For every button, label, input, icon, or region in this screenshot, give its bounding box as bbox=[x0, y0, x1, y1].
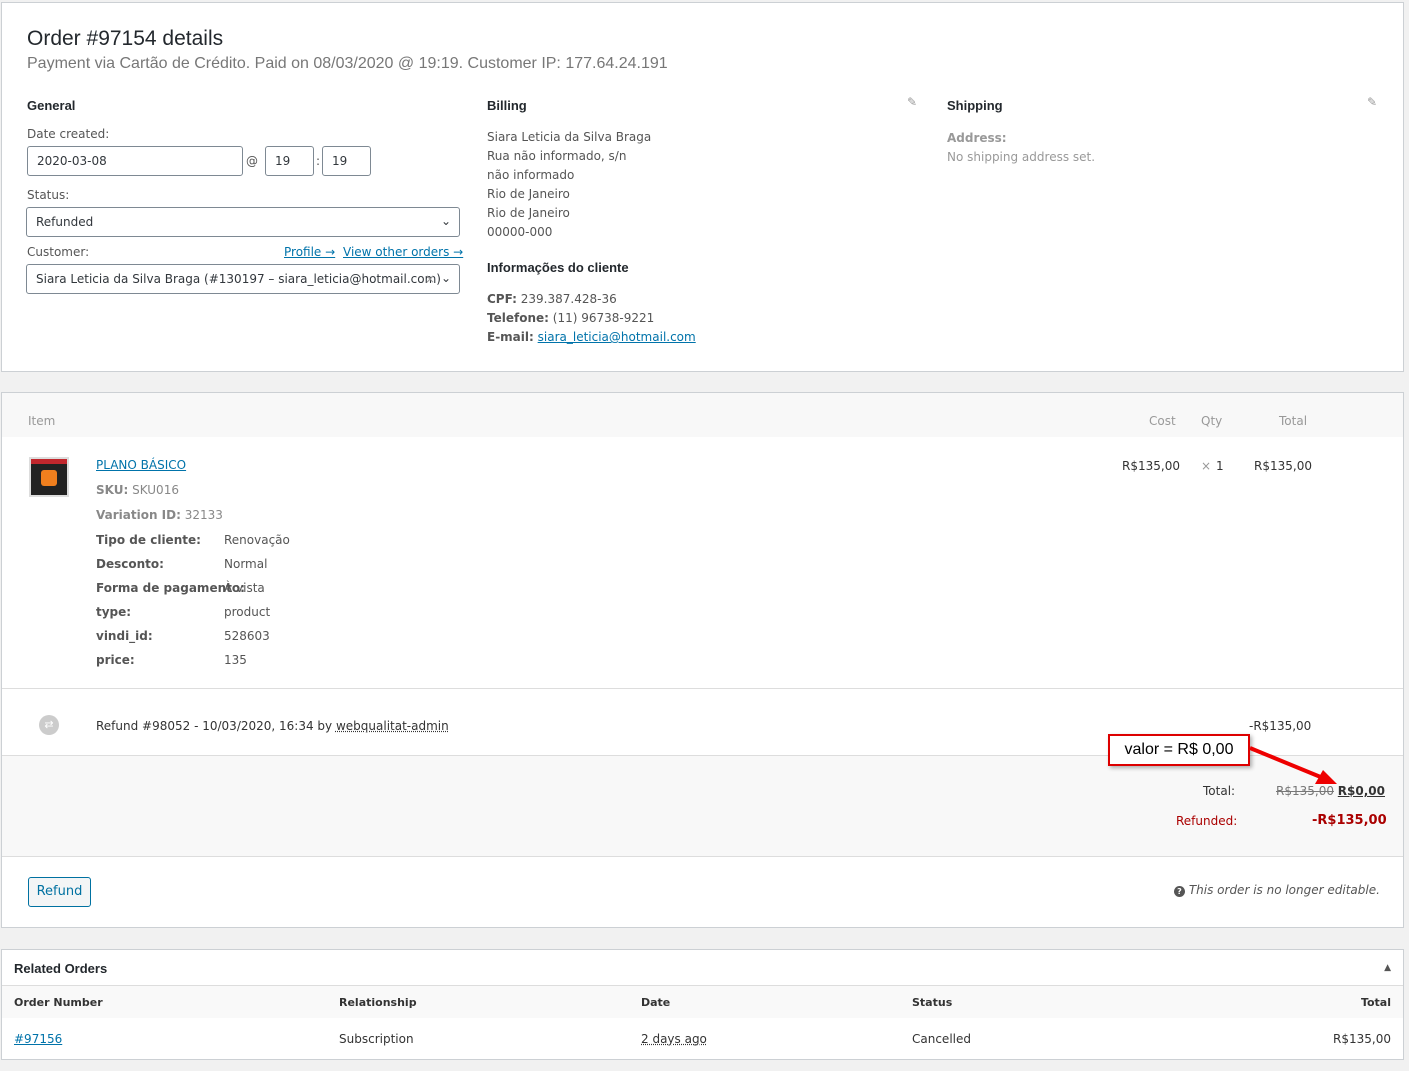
customer-info-heading: Informações do cliente bbox=[487, 260, 629, 275]
phone-value: (11) 96738-9221 bbox=[552, 311, 655, 325]
customer-info: CPF: 239.387.428-36 Telefone: (11) 96738… bbox=[487, 290, 696, 347]
email-label: E-mail: bbox=[487, 330, 534, 344]
address-line: 00000-000 bbox=[487, 225, 553, 239]
cpf-label: CPF: bbox=[487, 292, 517, 306]
customer-select[interactable]: Siara Leticia da Silva Braga (#130197 – … bbox=[26, 264, 460, 294]
refunded-label: Refunded: bbox=[1176, 814, 1238, 828]
total: R$135,00 bbox=[1333, 1032, 1391, 1046]
billing-address: Siara Leticia da Silva Braga Rua não inf… bbox=[487, 128, 651, 242]
colon: : bbox=[316, 154, 321, 168]
address-line: Siara Leticia da Silva Braga bbox=[487, 130, 652, 144]
col-total: Total bbox=[1360, 996, 1391, 1009]
product-thumbnail bbox=[29, 457, 69, 497]
date: 2 days ago bbox=[641, 1032, 707, 1046]
annotation-arrow-icon bbox=[1249, 746, 1337, 784]
edit-shipping-icon[interactable]: ✎ bbox=[1367, 95, 1377, 109]
product-link[interactable]: PLANO BÁSICO bbox=[96, 458, 186, 472]
general-heading: General bbox=[27, 98, 76, 113]
page-title: Order #97154 details bbox=[27, 27, 224, 50]
chevron-down-icon: ⌄ bbox=[440, 271, 451, 285]
col-relationship: Relationship bbox=[339, 996, 417, 1009]
edit-billing-icon[interactable]: ✎ bbox=[907, 95, 917, 109]
address-line: não informado bbox=[487, 168, 575, 182]
help-icon: ? bbox=[1174, 886, 1185, 897]
total-label: Total: bbox=[1203, 784, 1236, 798]
status-select[interactable]: Refunded ⌄ bbox=[26, 207, 460, 237]
item-total: R$135,00 bbox=[1254, 459, 1312, 473]
relationship: Subscription bbox=[339, 1032, 414, 1046]
items-header bbox=[2, 393, 1403, 437]
item-qty: 1 bbox=[1216, 459, 1224, 473]
customer-label: Customer: bbox=[27, 245, 90, 259]
billing-heading: Billing bbox=[487, 98, 527, 113]
customer-value: Siara Leticia da Silva Braga (#130197 – … bbox=[36, 272, 441, 286]
col-date: Date bbox=[641, 996, 671, 1009]
hour-input[interactable]: 19 bbox=[265, 146, 314, 176]
address-line: Rio de Janeiro bbox=[487, 187, 570, 201]
variation-id: Variation ID: 32133 bbox=[96, 508, 223, 522]
table-header: Order Number Relationship Date Status To… bbox=[2, 986, 1403, 1018]
address-line: Rua não informado, s/n bbox=[487, 149, 627, 163]
table-row: #97156 Subscription 2 days ago Cancelled… bbox=[2, 1018, 1403, 1058]
minute-input[interactable]: 19 bbox=[322, 146, 371, 176]
col-qty: Qty bbox=[1201, 414, 1223, 428]
status-label: Status: bbox=[27, 188, 70, 202]
date-label: Date created: bbox=[27, 127, 110, 141]
col-cost: Cost bbox=[1149, 414, 1176, 428]
col-order-number: Order Number bbox=[14, 996, 103, 1009]
shipping-address: No shipping address set. bbox=[947, 150, 1096, 164]
annotation-text: valor = R$ 0,00 bbox=[1124, 741, 1234, 758]
divider bbox=[2, 688, 1403, 689]
sku: SKU: SKU016 bbox=[96, 483, 179, 497]
refund-button[interactable]: Refund bbox=[28, 877, 91, 907]
collapse-toggle-icon[interactable]: ▲ bbox=[1384, 963, 1391, 973]
col-item: Item bbox=[28, 414, 56, 428]
chevron-down-icon: ⌄ bbox=[440, 214, 451, 228]
shipping-address-label: Address: bbox=[947, 131, 1007, 145]
order-subtitle: Payment via Cartão de Crédito. Paid on 0… bbox=[27, 55, 668, 72]
refund-amount: -R$135,00 bbox=[1249, 719, 1312, 733]
refund-user-link[interactable]: webqualitat-admin bbox=[336, 719, 449, 733]
address-line: Rio de Janeiro bbox=[487, 206, 570, 220]
related-orders-panel: Related Orders ▲ Order Number Relationsh… bbox=[1, 949, 1404, 1060]
email-link[interactable]: siara_leticia@hotmail.com bbox=[538, 330, 696, 344]
refund-line: Refund #98052 - 10/03/2020, 16:34 by web… bbox=[96, 719, 449, 733]
status: Cancelled bbox=[912, 1032, 971, 1046]
note-text: This order is no longer editable. bbox=[1188, 883, 1380, 897]
item-cost: R$135,00 bbox=[1122, 459, 1180, 473]
order-data-panel: Order #97154 details Payment via Cartão … bbox=[1, 2, 1404, 372]
refunded-value: -R$135,00 bbox=[1312, 813, 1387, 828]
phone-label: Telefone: bbox=[487, 311, 549, 325]
col-total: Total bbox=[1279, 414, 1308, 428]
totals-area bbox=[2, 755, 1403, 857]
clear-icon[interactable]: × bbox=[425, 265, 435, 293]
at-sign: @ bbox=[246, 154, 258, 168]
qty-x: × bbox=[1201, 459, 1212, 473]
view-other-orders-link[interactable]: View other orders → bbox=[343, 245, 463, 259]
related-orders-title: Related Orders bbox=[14, 961, 108, 976]
refund-icon: ⇄ bbox=[39, 715, 59, 735]
shipping-heading: Shipping bbox=[947, 98, 1003, 113]
col-status: Status bbox=[912, 996, 953, 1009]
annotation-box: valor = R$ 0,00 bbox=[1108, 734, 1250, 766]
profile-link[interactable]: Profile → bbox=[284, 245, 335, 259]
cpf-value: 239.387.428-36 bbox=[520, 292, 617, 306]
date-input[interactable]: 2020-03-08 bbox=[27, 146, 243, 176]
status-value: Refunded bbox=[36, 215, 94, 229]
order-number-link[interactable]: #97156 bbox=[14, 1032, 62, 1046]
not-editable-note: ? This order is no longer editable. bbox=[1174, 883, 1380, 897]
